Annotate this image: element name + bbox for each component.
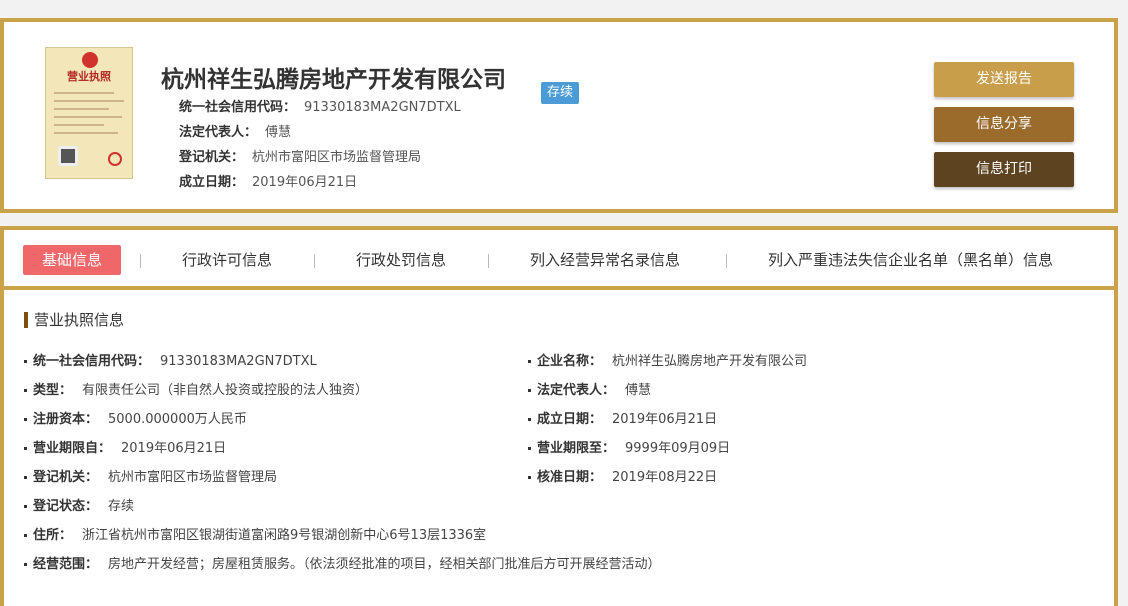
business-license-image[interactable]: 营业执照: [45, 47, 133, 179]
detail-row: 营业期限至： 9999年09月09日: [528, 437, 730, 456]
share-info-button[interactable]: 信息分享: [934, 107, 1074, 142]
summary-credit-code: 统一社会信用代码： 91330183MA2GN7DTXL: [179, 96, 461, 115]
company-card: 营业执照 杭州祥生弘腾房地产开发有限公司 存续 统一社会信用代码： 9133018…: [0, 18, 1118, 213]
detail-label: 登记机关：: [33, 470, 99, 485]
send-report-button[interactable]: 发送报告: [934, 62, 1074, 97]
detail-value: 2019年08月22日: [612, 470, 718, 485]
tab-abnormal-list[interactable]: 列入经营异常名录信息: [530, 245, 680, 275]
tab-admin-license[interactable]: 行政许可信息: [182, 245, 272, 275]
detail-row: 核准日期： 2019年08月22日: [528, 466, 717, 485]
tab-blacklist[interactable]: 列入严重违法失信企业名单（黑名单）信息: [768, 245, 1053, 275]
detail-label: 注册资本：: [33, 412, 99, 427]
detail-row: 登记状态： 存续: [24, 495, 134, 514]
summary-authority: 登记机关： 杭州市富阳区市场监督管理局: [179, 146, 421, 165]
tab-divider: [726, 254, 727, 268]
summary-value: 91330183MA2GN7DTXL: [304, 100, 461, 115]
detail-value: 2019年06月21日: [612, 412, 718, 427]
bullet-icon: [24, 360, 27, 363]
detail-row: 成立日期： 2019年06月21日: [528, 408, 717, 427]
license-text-line: [54, 108, 109, 110]
bullet-icon: [24, 447, 27, 450]
tab-divider: [488, 254, 489, 268]
detail-row: 统一社会信用代码： 91330183MA2GN7DTXL: [24, 350, 317, 369]
tab-divider: [140, 254, 141, 268]
bullet-icon: [24, 563, 27, 566]
bullet-icon: [528, 418, 531, 421]
detail-value: 傅慧: [625, 383, 652, 398]
detail-label: 营业期限自：: [33, 441, 112, 456]
section-title: 营业执照信息: [24, 312, 124, 328]
detail-row: 类型： 有限责任公司（非自然人投资或控股的法人独资）: [24, 379, 368, 398]
detail-row: 住所： 浙江省杭州市富阳区银湖街道富闲路9号银湖创新中心6号13层1336室: [24, 524, 486, 543]
summary-label: 统一社会信用代码：: [179, 100, 297, 115]
summary-label: 法定代表人：: [179, 125, 258, 140]
summary-established: 成立日期： 2019年06月21日: [179, 171, 357, 190]
license-text-line: [54, 132, 118, 134]
seal-icon: [108, 152, 122, 166]
license-text-line: [54, 124, 104, 126]
detail-label: 登记状态：: [33, 499, 99, 514]
bullet-icon: [24, 476, 27, 479]
detail-value: 房地产开发经营；房屋租赁服务。（依法须经批准的项目，经相关部门批准后方可开展经营…: [108, 557, 661, 572]
detail-value: 杭州祥生弘腾房地产开发有限公司: [612, 354, 808, 369]
detail-value: 浙江省杭州市富阳区银湖街道富闲路9号银湖创新中心6号13层1336室: [82, 528, 487, 543]
summary-value: 傅慧: [265, 125, 292, 140]
tab-divider: [314, 254, 315, 268]
summary-legal-rep: 法定代表人： 傅慧: [179, 121, 291, 140]
detail-value: 杭州市富阳区市场监督管理局: [108, 470, 278, 485]
detail-value: 9999年09月09日: [625, 441, 731, 456]
detail-value: 91330183MA2GN7DTXL: [160, 354, 317, 369]
bullet-icon: [528, 360, 531, 363]
status-badge: 存续: [541, 82, 580, 104]
detail-label: 类型：: [33, 383, 73, 398]
bullet-icon: [24, 505, 27, 508]
tab-basic-info[interactable]: 基础信息: [23, 245, 121, 275]
national-emblem-icon: [82, 52, 98, 68]
detail-row: 企业名称： 杭州祥生弘腾房地产开发有限公司: [528, 350, 807, 369]
tab-admin-penalty[interactable]: 行政处罚信息: [356, 245, 446, 275]
bullet-icon: [528, 389, 531, 392]
bullet-icon: [24, 389, 27, 392]
bullet-icon: [528, 476, 531, 479]
bullet-icon: [24, 418, 27, 421]
summary-value: 杭州市富阳区市场监督管理局: [252, 150, 422, 165]
detail-label: 统一社会信用代码：: [33, 354, 151, 369]
summary-value: 2019年06月21日: [252, 175, 358, 190]
detail-label: 经营范围：: [33, 557, 99, 572]
company-name: 杭州祥生弘腾房地产开发有限公司: [161, 67, 506, 93]
summary-label: 成立日期：: [179, 175, 245, 190]
license-text-line: [54, 92, 114, 94]
print-info-button[interactable]: 信息打印: [934, 152, 1074, 187]
license-text-line: [54, 100, 124, 102]
detail-row: 注册资本： 5000.000000万人民币: [24, 408, 247, 427]
detail-label: 营业期限至：: [537, 441, 616, 456]
detail-label: 企业名称：: [537, 354, 603, 369]
detail-value: 有限责任公司（非自然人投资或控股的法人独资）: [82, 383, 369, 398]
bullet-icon: [24, 534, 27, 537]
detail-value: 存续: [108, 499, 135, 514]
detail-label: 核准日期：: [537, 470, 603, 485]
detail-row: 营业期限自： 2019年06月21日: [24, 437, 226, 456]
summary-label: 登记机关：: [179, 150, 245, 165]
bullet-icon: [528, 447, 531, 450]
detail-value: 5000.000000万人民币: [108, 412, 247, 427]
tab-bar: 基础信息 行政许可信息 行政处罚信息 列入经营异常名录信息 列入严重违法失信企业…: [0, 226, 1118, 290]
license-text-line: [54, 116, 122, 118]
detail-label: 法定代表人：: [537, 383, 616, 398]
detail-row: 登记机关： 杭州市富阳区市场监督管理局: [24, 466, 277, 485]
qr-code-icon: [58, 146, 78, 166]
detail-row: 经营范围： 房地产开发经营；房屋租赁服务。（依法须经批准的项目，经相关部门批准后方…: [24, 553, 661, 572]
license-title: 营业执照: [67, 70, 111, 83]
detail-label: 住所：: [33, 528, 73, 543]
detail-label: 成立日期：: [537, 412, 603, 427]
detail-value: 2019年06月21日: [121, 441, 227, 456]
detail-row: 法定代表人： 傅慧: [528, 379, 651, 398]
license-detail-panel: 营业执照信息 统一社会信用代码： 91330183MA2GN7DTXL 类型： 有限…: [0, 290, 1118, 606]
